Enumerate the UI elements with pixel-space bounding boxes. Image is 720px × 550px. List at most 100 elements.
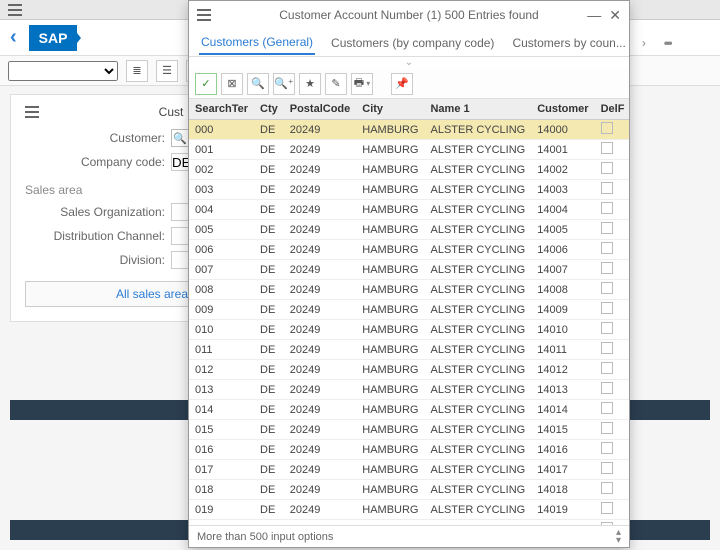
table-row[interactable]: 002DE20249HAMBURGALSTER CYCLING14002: [189, 160, 629, 180]
checkbox-icon[interactable]: [601, 162, 613, 174]
cell-searchterm: 006: [189, 240, 254, 260]
cell-customer: 14015: [531, 420, 594, 440]
col-city[interactable]: City: [356, 99, 424, 120]
print-icon[interactable]: 🖶: [351, 73, 373, 95]
table-row[interactable]: 006DE20249HAMBURGALSTER CYCLING14006: [189, 240, 629, 260]
panel-menu-icon[interactable]: [25, 106, 39, 118]
col-postalcode[interactable]: PostalCode: [284, 99, 357, 120]
find-icon[interactable]: 🔍: [247, 73, 269, 95]
table-row[interactable]: 009DE20249HAMBURGALSTER CYCLING14009: [189, 300, 629, 320]
table-row[interactable]: 015DE20249HAMBURGALSTER CYCLING14015: [189, 420, 629, 440]
cell-customer: 14008: [531, 280, 594, 300]
table-row[interactable]: 013DE20249HAMBURGALSTER CYCLING14013: [189, 380, 629, 400]
cell-name1: ALSTER CYCLING: [424, 400, 531, 420]
col-country[interactable]: Cty: [254, 99, 284, 120]
list-view-icon[interactable]: ≣: [126, 60, 148, 82]
checkbox-icon[interactable]: [601, 182, 613, 194]
col-searchterm[interactable]: SearchTer: [189, 99, 254, 120]
checkbox-icon[interactable]: [601, 122, 613, 134]
checkbox-icon[interactable]: [601, 522, 613, 525]
checkbox-icon[interactable]: [601, 362, 613, 374]
menu-icon[interactable]: [8, 4, 22, 16]
cell-country: DE: [254, 140, 284, 160]
table-row[interactable]: 005DE20249HAMBURGALSTER CYCLING14005: [189, 220, 629, 240]
customer-label: Customer:: [25, 131, 165, 145]
table-row[interactable]: 012DE20249HAMBURGALSTER CYCLING14012: [189, 360, 629, 380]
pin-icon[interactable]: 📌: [391, 73, 413, 95]
table-row[interactable]: 003DE20249HAMBURGALSTER CYCLING14003: [189, 180, 629, 200]
tab-customers-general[interactable]: Customers (General): [199, 31, 315, 55]
personal-list-icon[interactable]: ✎: [325, 73, 347, 95]
table-row[interactable]: 019DE20249HAMBURGALSTER CYCLING14019: [189, 500, 629, 520]
cell-delf: [595, 500, 629, 520]
checkbox-icon[interactable]: [601, 422, 613, 434]
dist-channel-label: Distribution Channel:: [25, 229, 165, 243]
cell-name1: ALSTER CYCLING: [424, 480, 531, 500]
table-row[interactable]: 010DE20249HAMBURGALSTER CYCLING14010: [189, 320, 629, 340]
table-row[interactable]: 016DE20249HAMBURGALSTER CYCLING14016: [189, 440, 629, 460]
table-row[interactable]: 011DE20249HAMBURGALSTER CYCLING14011: [189, 340, 629, 360]
cell-postalcode: 20249: [284, 460, 357, 480]
selector-dropdown[interactable]: [8, 61, 118, 81]
checkbox-icon[interactable]: [601, 402, 613, 414]
tab-customers-country[interactable]: Customers by coun...: [510, 32, 627, 54]
checkbox-icon[interactable]: [601, 502, 613, 514]
tab-scroll-right-icon[interactable]: ›: [642, 36, 646, 50]
checkbox-icon[interactable]: [601, 222, 613, 234]
checkbox-icon[interactable]: [601, 282, 613, 294]
cell-country: DE: [254, 380, 284, 400]
cell-searchterm: 018: [189, 480, 254, 500]
checkbox-icon[interactable]: [601, 242, 613, 254]
cell-name1: ALSTER CYCLING: [424, 280, 531, 300]
cell-name1: ALSTER CYCLING: [424, 380, 531, 400]
table-row[interactable]: 007DE20249HAMBURGALSTER CYCLING14007: [189, 260, 629, 280]
cell-delf: [595, 380, 629, 400]
close-icon[interactable]: ✕: [609, 7, 621, 24]
bookmark-icon[interactable]: ★: [299, 73, 321, 95]
checkbox-icon[interactable]: [601, 342, 613, 354]
minimize-icon[interactable]: —: [587, 7, 601, 23]
col-delf[interactable]: DelF: [595, 99, 629, 120]
table-row[interactable]: 014DE20249HAMBURGALSTER CYCLING14014: [189, 400, 629, 420]
cell-postalcode: 20249: [284, 140, 357, 160]
grid-view-icon[interactable]: ☰: [156, 60, 178, 82]
table-row[interactable]: 017DE20249HAMBURGALSTER CYCLING14017: [189, 460, 629, 480]
tab-customers-company[interactable]: Customers (by company code): [329, 32, 496, 54]
checkbox-icon[interactable]: [601, 302, 613, 314]
accept-icon[interactable]: ✓: [195, 73, 217, 95]
popup-menu-icon[interactable]: [197, 9, 211, 21]
cell-city: HAMBURG: [356, 160, 424, 180]
col-name1[interactable]: Name 1: [424, 99, 531, 120]
cell-country: DE: [254, 400, 284, 420]
checkbox-icon[interactable]: [601, 482, 613, 494]
cancel-icon[interactable]: ⊠: [221, 73, 243, 95]
division-label: Division:: [25, 253, 165, 267]
cell-country: DE: [254, 500, 284, 520]
col-customer[interactable]: Customer: [531, 99, 594, 120]
results-grid-scroll[interactable]: SearchTer Cty PostalCode City Name 1 Cus…: [189, 99, 629, 525]
cell-customer: 14012: [531, 360, 594, 380]
expand-chevron-icon[interactable]: ⌄: [189, 57, 629, 69]
tab-more-icon[interactable]: •••: [664, 36, 671, 50]
table-row[interactable]: 008DE20249HAMBURGALSTER CYCLING14008: [189, 280, 629, 300]
table-row[interactable]: 020DE20249HAMBURGALSTER CYCLING14020: [189, 520, 629, 526]
cell-city: HAMBURG: [356, 240, 424, 260]
table-row[interactable]: 018DE20249HAMBURGALSTER CYCLING14018: [189, 480, 629, 500]
find-next-icon[interactable]: 🔍⁺: [273, 73, 295, 95]
table-row[interactable]: 001DE20249HAMBURGALSTER CYCLING14001: [189, 140, 629, 160]
cell-city: HAMBURG: [356, 400, 424, 420]
cell-delf: [595, 320, 629, 340]
checkbox-icon[interactable]: [601, 442, 613, 454]
table-row[interactable]: 000DE20249HAMBURGALSTER CYCLING14000: [189, 120, 629, 140]
checkbox-icon[interactable]: [601, 142, 613, 154]
cell-customer: 14006: [531, 240, 594, 260]
checkbox-icon[interactable]: [601, 262, 613, 274]
checkbox-icon[interactable]: [601, 322, 613, 334]
checkbox-icon[interactable]: [601, 462, 613, 474]
search-help-icon[interactable]: 🔍: [171, 129, 189, 147]
back-button[interactable]: ‹: [10, 26, 17, 49]
checkbox-icon[interactable]: [601, 202, 613, 214]
checkbox-icon[interactable]: [601, 382, 613, 394]
scroll-buttons-icon[interactable]: ▴▾: [616, 529, 621, 545]
table-row[interactable]: 004DE20249HAMBURGALSTER CYCLING14004: [189, 200, 629, 220]
